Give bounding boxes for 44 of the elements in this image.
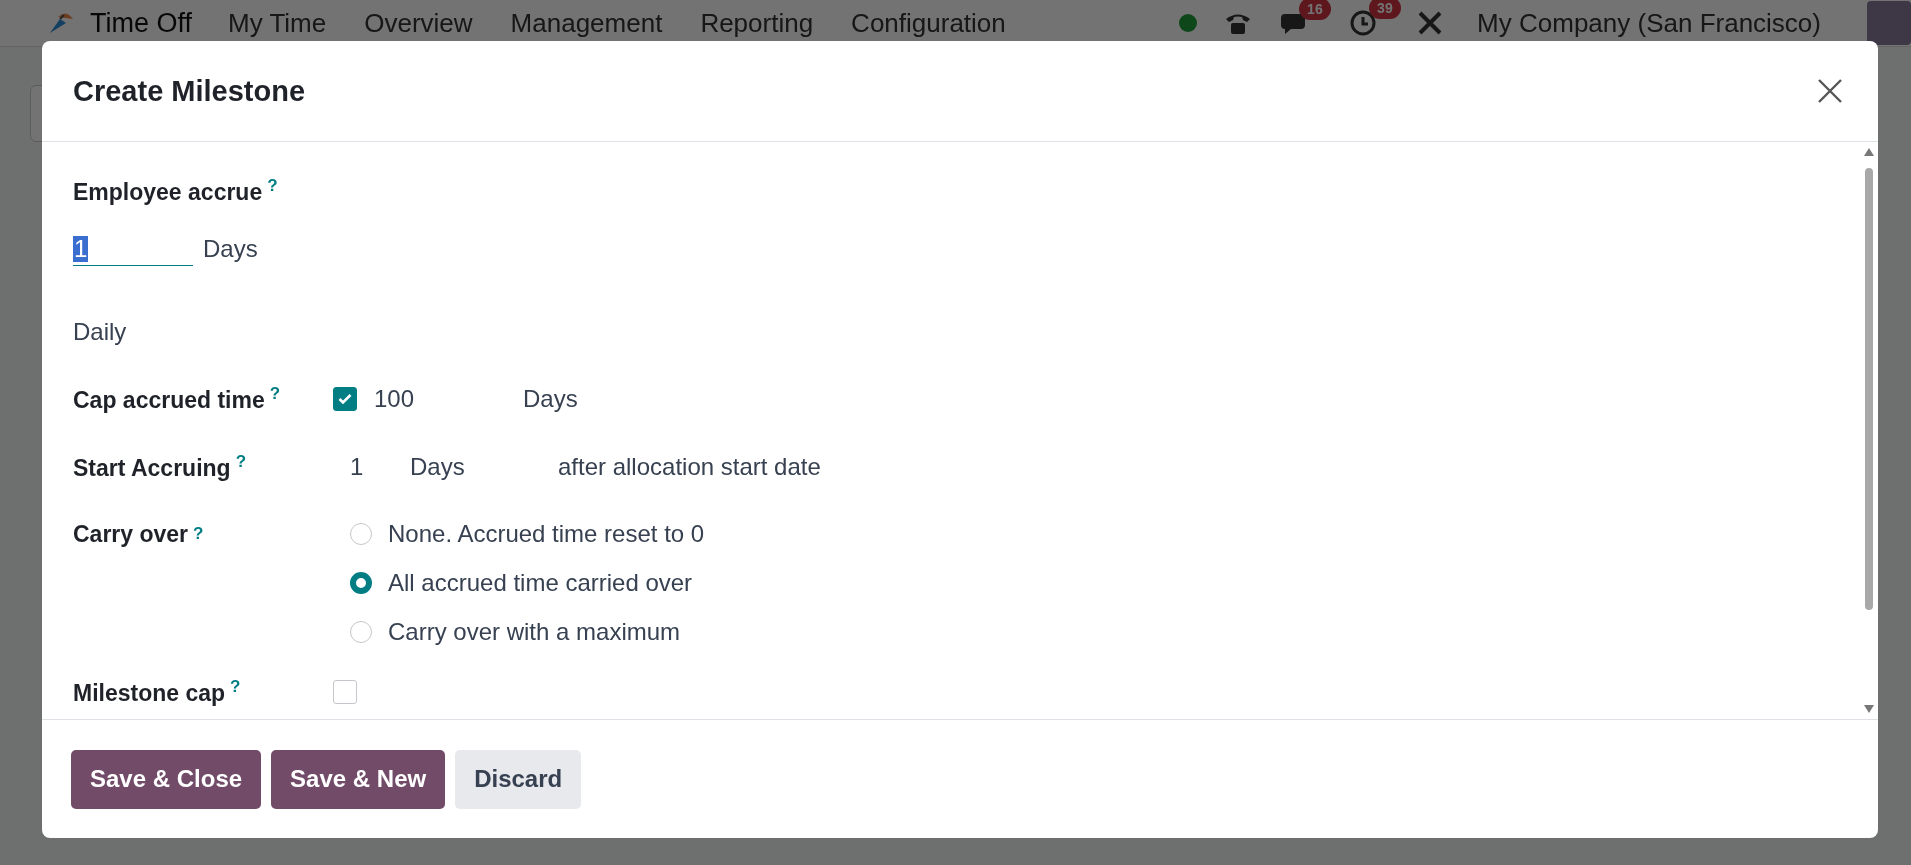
suffix-text: after allocation start date: [558, 453, 821, 481]
field-label: Carry over: [73, 520, 189, 548]
unit-label[interactable]: Days: [523, 385, 578, 413]
radio-option[interactable]: All accrued time carried over: [350, 563, 705, 603]
help-tooltip[interactable]: ?: [230, 677, 241, 696]
help-tooltip[interactable]: ?: [193, 524, 204, 544]
radio-option[interactable]: Carry over with a maximum: [350, 612, 705, 652]
help-tooltip[interactable]: ?: [267, 176, 278, 195]
help-tooltip[interactable]: ?: [235, 452, 246, 471]
menu-item[interactable]: Configuration: [851, 7, 1006, 39]
checkbox[interactable]: [333, 387, 357, 411]
unit-label[interactable]: Days: [410, 453, 558, 481]
menu-item[interactable]: My Time: [228, 7, 327, 39]
radio-button[interactable]: [350, 572, 372, 594]
dialog-button[interactable]: Discard: [455, 749, 582, 809]
frequency-text: Daily: [73, 318, 128, 346]
number-field[interactable]: 100: [374, 385, 523, 413]
check-icon[interactable]: [338, 393, 352, 405]
scroll-up-icon[interactable]: [1864, 148, 1874, 156]
menu-item[interactable]: Overview: [364, 7, 473, 39]
status-dot: [1179, 14, 1198, 32]
field-label: Start Accruing: [73, 455, 231, 481]
scroll-down-icon[interactable]: [1864, 705, 1874, 713]
menu-item[interactable]: Management: [510, 7, 663, 39]
number-field[interactable]: 1: [73, 232, 193, 266]
unit-label: Days: [203, 235, 258, 263]
company-switcher[interactable]: My Company (San Francisco): [1477, 7, 1821, 39]
app-name[interactable]: Time Off: [90, 7, 192, 39]
radio-button[interactable]: [350, 621, 372, 643]
field-label: Milestone cap: [73, 680, 226, 706]
field-label: Cap accrued time: [73, 387, 265, 413]
clock-icon[interactable]: [1349, 9, 1378, 37]
notification-badge: 39: [1369, 0, 1401, 19]
field-label: Employee accrue: [73, 179, 263, 205]
number-field[interactable]: 1: [350, 453, 410, 481]
dialog-button[interactable]: Save & New: [271, 749, 446, 809]
help-tooltip[interactable]: ?: [269, 384, 281, 403]
notification-badge: 16: [1299, 0, 1331, 20]
dialog-button[interactable]: Save & Close: [71, 749, 262, 809]
menu-item[interactable]: Reporting: [700, 7, 814, 39]
dialog-title: Create Milestone: [73, 74, 306, 108]
radio-option[interactable]: None. Accrued time reset to 0: [350, 514, 705, 554]
checkbox[interactable]: [333, 680, 357, 704]
radio-button[interactable]: [350, 523, 372, 545]
